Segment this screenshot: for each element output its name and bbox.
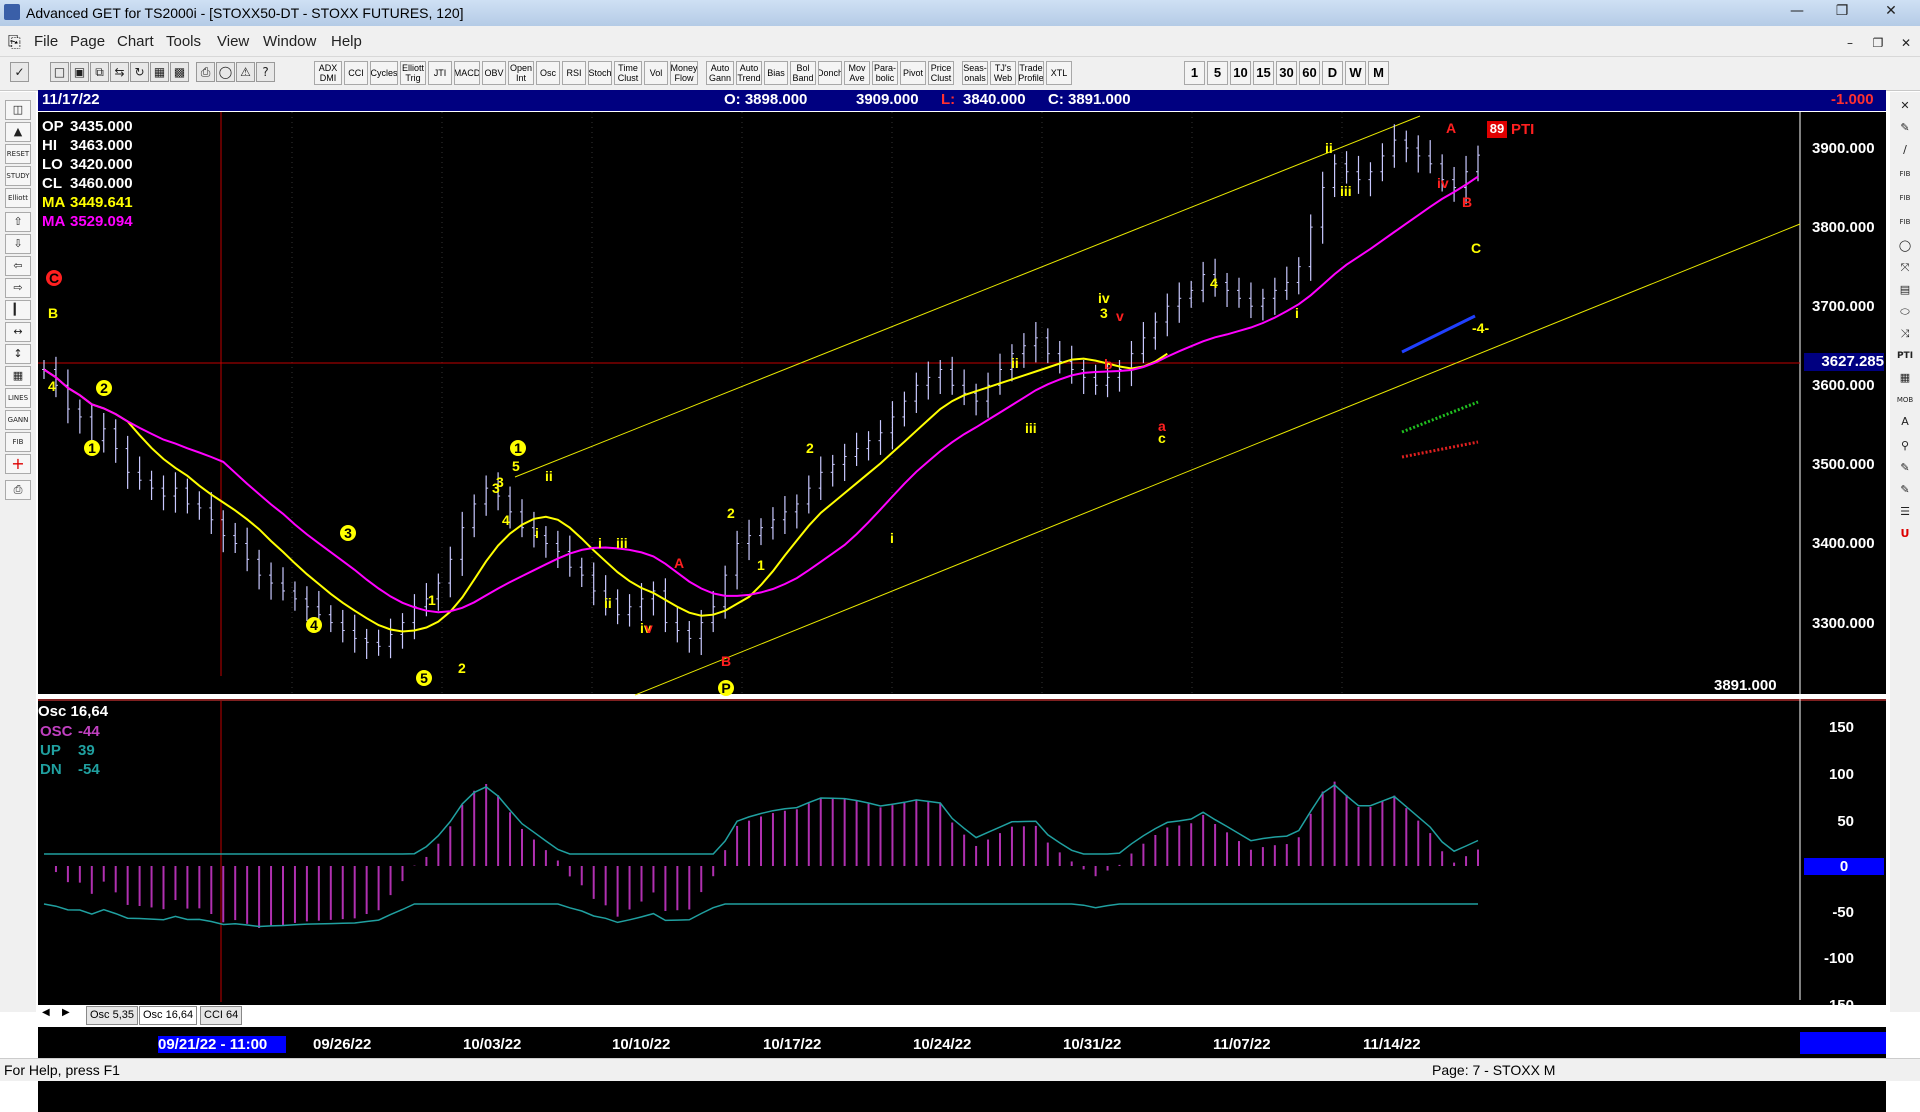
time-tick-2: 10/10/22	[612, 1036, 671, 1053]
projection-blue-line	[1401, 314, 1476, 354]
time-tick-6: 11/07/22	[1213, 1036, 1271, 1053]
projection-green-line	[1401, 400, 1479, 434]
channel-upper-line	[514, 115, 1421, 478]
tab-cci-64[interactable]: CCI 64	[200, 1006, 243, 1025]
time-tick-1: 10/03/22	[463, 1036, 522, 1053]
status-bar: For Help, press F1 Page: 7 - STOXX M	[0, 1058, 1920, 1081]
time-axis-end	[1800, 1032, 1886, 1054]
time-tick-7: 11/14/22	[1363, 1036, 1421, 1053]
ma-slow-line	[43, 175, 1479, 614]
tab-osc-16-64[interactable]: Osc 16,64	[139, 1006, 198, 1025]
time-cursor-label: 09/21/22 - 11:00	[158, 1036, 286, 1053]
time-tick-3: 10/17/22	[763, 1036, 822, 1053]
channel-lower-line	[634, 223, 1801, 696]
time-tick-5: 10/31/22	[1063, 1036, 1122, 1053]
tab-strip: ◀ ▶	[38, 1005, 1886, 1027]
info-separator	[38, 111, 1886, 112]
status-help: For Help, press F1	[4, 1062, 120, 1078]
time-tick-0: 09/26/22	[313, 1036, 372, 1053]
panel-splitter-line	[38, 699, 1886, 701]
time-tick-4: 10/24/22	[913, 1036, 972, 1053]
tab-scroll-left-icon[interactable]: ◀	[42, 1007, 50, 1018]
projection-red-line	[1401, 440, 1479, 459]
tab-osc-5-35[interactable]: Osc 5,35	[86, 1006, 139, 1025]
chart-canvas	[38, 111, 1886, 1002]
panel-splitter	[38, 694, 1886, 699]
status-page: Page: 7 - STOXX M	[1432, 1062, 1556, 1078]
tab-scroll-right-icon[interactable]: ▶	[62, 1007, 70, 1018]
